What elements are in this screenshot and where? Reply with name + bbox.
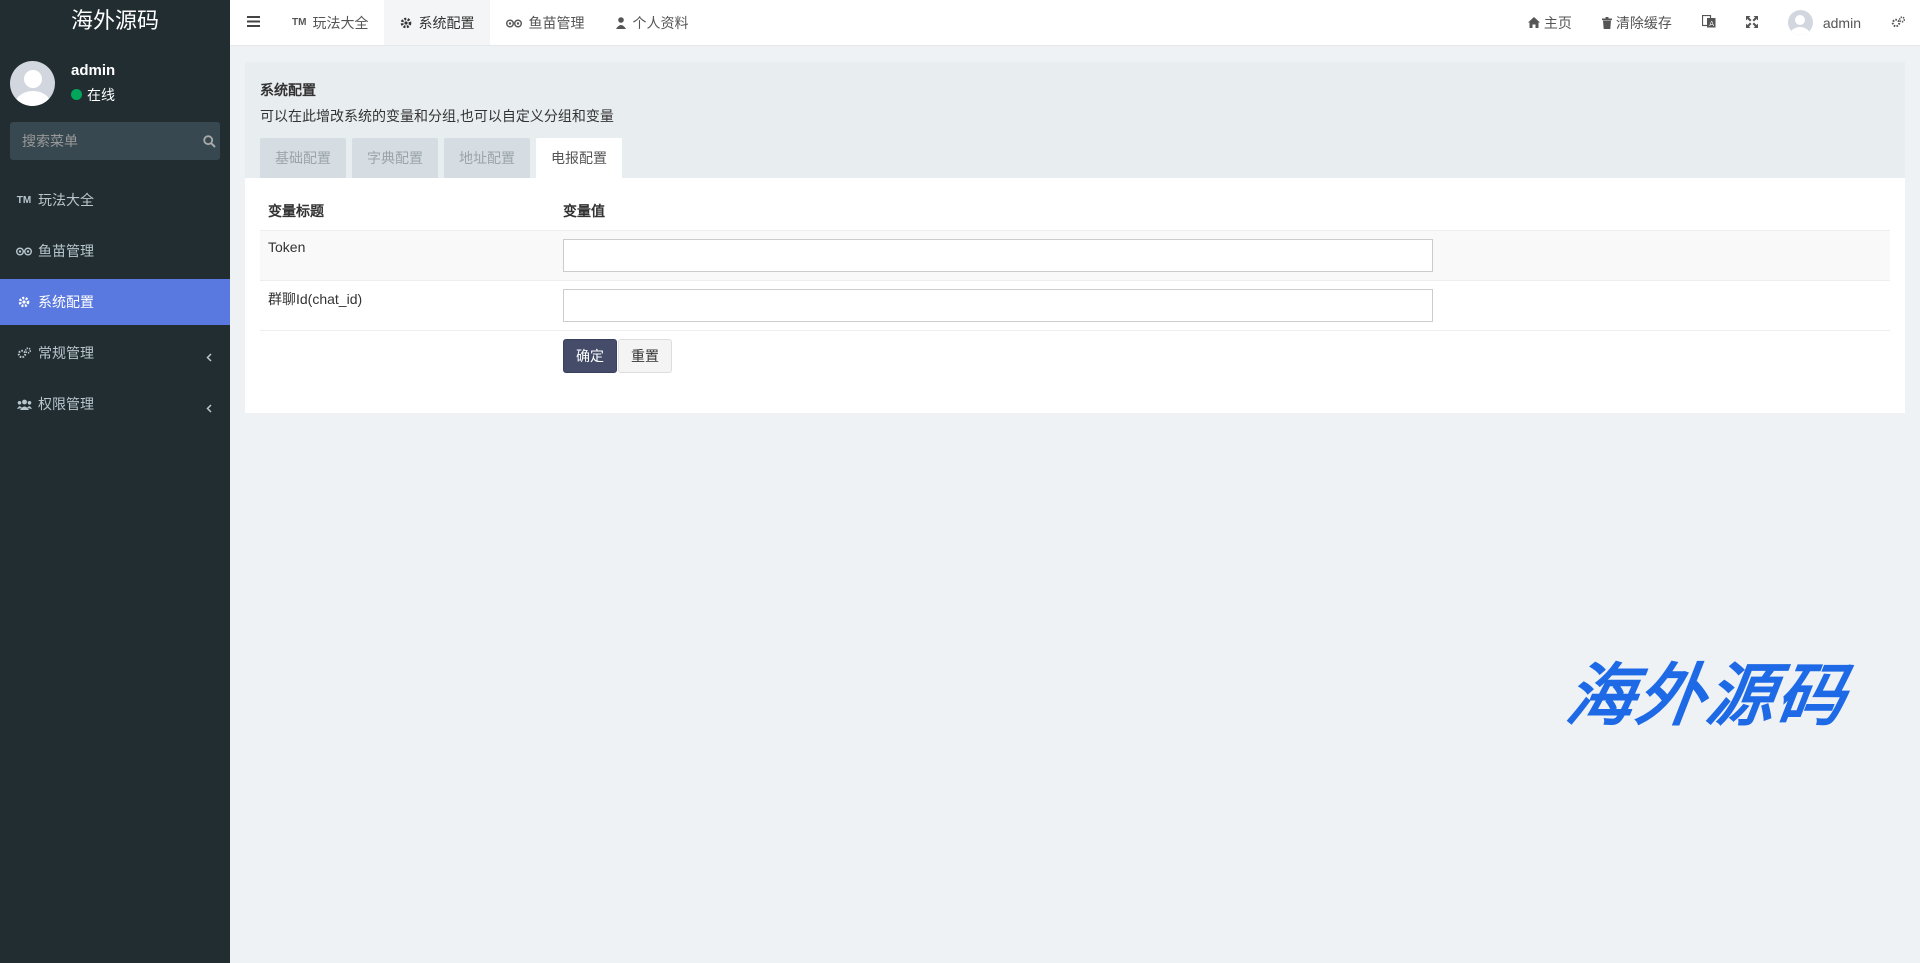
row-label-chat-id: 群聊Id(chat_id) [260, 280, 555, 331]
language-button[interactable]: A [1687, 0, 1731, 45]
home-link[interactable]: 主页 [1513, 0, 1587, 45]
gears-icon [1891, 15, 1906, 31]
top-navbar: TM 玩法大全 系统配置 鱼苗管理 个人资料 主页 清除缓存 A admin [230, 0, 1920, 46]
brand-logo[interactable]: 海外源码 [0, 0, 230, 46]
translate-icon: A [1701, 14, 1716, 31]
sidebar-item-fish-management[interactable]: 鱼苗管理 [0, 228, 230, 274]
sidebar-menu: TM 玩法大全 鱼苗管理 系统配置 常规管理 权限管理 [0, 177, 230, 427]
sidebar-item-label: 系统配置 [38, 294, 94, 310]
button-cell: 确定 重置 [555, 330, 1890, 381]
sidebar-item-label: 鱼苗管理 [38, 243, 94, 259]
sidebar-toggle-button[interactable] [230, 0, 276, 45]
config-table-wrap: 变量标题 变量值 Token 群聊Id(chat_id) 确定 重置 [245, 178, 1905, 381]
user-status-label: 在线 [87, 86, 115, 103]
nav-tab-label: 个人资料 [632, 14, 689, 31]
trash-icon [1601, 16, 1612, 29]
clear-cache-button[interactable]: 清除缓存 [1587, 0, 1687, 45]
nav-tab-label: 系统配置 [418, 14, 475, 31]
navbar-right: 主页 清除缓存 A admin [1513, 0, 1920, 45]
user-panel: admin 在线 [0, 46, 230, 120]
online-status-icon [71, 89, 82, 100]
home-label: 主页 [1543, 14, 1572, 31]
sidebar-item-general-management[interactable]: 常规管理 [0, 330, 230, 376]
watermark: 海外源码 [1561, 656, 1853, 736]
user-status: 在线 [71, 85, 115, 105]
hamburger-icon [246, 14, 260, 31]
panel-description: 可以在此增改系统的变量和分组,也可以自定义分组和变量 [260, 108, 614, 124]
token-input[interactable] [563, 238, 1433, 272]
clear-cache-label: 清除缓存 [1615, 14, 1672, 31]
users-icon [16, 399, 32, 410]
user-info: admin 在线 [71, 62, 115, 105]
panel-heading: 系统配置 可以在此增改系统的变量和分组,也可以自定义分组和变量 基础配置 字典配… [245, 62, 1905, 178]
table-row: 群聊Id(chat_id) [260, 280, 1890, 331]
button-row: 确定 重置 [260, 330, 1890, 381]
user-menu[interactable]: admin [1773, 0, 1876, 45]
chevron-left-icon [206, 400, 212, 416]
row-value-cell [555, 230, 1890, 281]
row-label-token: Token [260, 230, 555, 281]
column-header-variable-value: 变量值 [555, 192, 1890, 231]
user-menu-label: admin [1822, 14, 1861, 31]
sidebar: 海外源码 admin 在线 TM 玩法大全 鱼苗管理 [0, 0, 230, 963]
sidebar-item-system-config[interactable]: 系统配置 [0, 279, 230, 325]
trademark-icon: TM [16, 194, 32, 206]
nav-tab-label: 玩法大全 [312, 14, 369, 31]
panel-title: 系统配置 [260, 82, 316, 98]
tab-basic-config[interactable]: 基础配置 [260, 138, 346, 178]
chat-id-input[interactable] [563, 288, 1433, 322]
sidebar-item-label: 权限管理 [38, 396, 94, 412]
nav-tab-label: 鱼苗管理 [528, 14, 585, 31]
chevron-left-icon [206, 349, 212, 365]
user-icon [616, 16, 627, 29]
sidebar-item-label: 玩法大全 [38, 192, 94, 208]
home-icon [1527, 17, 1540, 28]
row-value-cell [555, 280, 1890, 331]
tab-address-config[interactable]: 地址配置 [444, 138, 530, 178]
button-row-spacer [260, 330, 555, 381]
gear-icon [400, 17, 412, 29]
trademark-icon: TM [292, 17, 307, 28]
fullscreen-button[interactable] [1731, 0, 1773, 45]
user-name: admin [71, 61, 116, 79]
nav-tab-profile[interactable]: 个人资料 [600, 0, 704, 45]
sidebar-item-label: 常规管理 [38, 345, 94, 361]
sidebar-search-input[interactable] [22, 133, 203, 149]
config-tabs: 基础配置 字典配置 地址配置 电报配置 [260, 138, 628, 178]
svg-text:A: A [1709, 19, 1714, 27]
config-table: 变量标题 变量值 Token 群聊Id(chat_id) 确定 重置 [260, 192, 1890, 381]
avatar [10, 60, 55, 106]
submit-button[interactable]: 确定 [563, 338, 617, 373]
sidebar-item-gameplay[interactable]: TM 玩法大全 [0, 177, 230, 223]
avatar [1787, 10, 1813, 35]
nav-tab-gameplay[interactable]: TM 玩法大全 [276, 0, 384, 45]
tab-telegram-config[interactable]: 电报配置 [536, 138, 622, 178]
sidebar-item-permission-management[interactable]: 权限管理 [0, 381, 230, 427]
config-panel: 系统配置 可以在此增改系统的变量和分组,也可以自定义分组和变量 基础配置 字典配… [245, 62, 1905, 413]
reset-button[interactable]: 重置 [618, 338, 672, 373]
column-header-variable-title: 变量标题 [260, 192, 555, 231]
gears-icon [16, 347, 32, 359]
tab-dictionary-config[interactable]: 字典配置 [352, 138, 438, 178]
settings-button[interactable] [1876, 0, 1920, 45]
nav-tab-fish-management[interactable]: 鱼苗管理 [490, 0, 600, 45]
sidebar-search [10, 122, 220, 160]
expand-icon [1745, 15, 1758, 31]
gear-icon [16, 296, 32, 308]
tripadvisor-icon [506, 18, 523, 28]
table-row: Token [260, 230, 1890, 281]
nav-tab-system-config[interactable]: 系统配置 [384, 0, 491, 45]
table-header-row: 变量标题 变量值 [260, 192, 1890, 231]
search-icon[interactable] [203, 134, 216, 148]
tripadvisor-icon [16, 246, 32, 256]
